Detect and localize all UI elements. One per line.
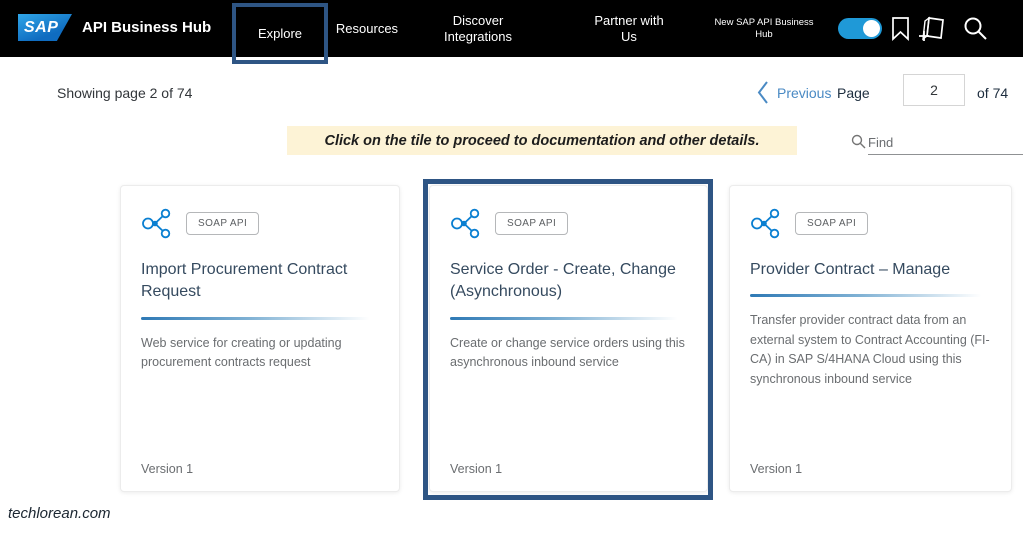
api-tile-version: Version 1 xyxy=(141,462,194,476)
search-icon[interactable] xyxy=(962,15,989,42)
api-tile-import-procurement[interactable]: SOAP API Import Procurement Contract Req… xyxy=(120,185,400,492)
api-type-badge: SOAP API xyxy=(186,212,260,235)
api-tile-service-order[interactable]: SOAP API Service Order - Create, Change … xyxy=(429,185,708,492)
api-tile-version: Version 1 xyxy=(750,462,803,476)
api-tile-description: Web service for creating or updating pro… xyxy=(141,335,342,370)
previous-chevron-icon[interactable] xyxy=(757,80,769,105)
api-tile-description: Transfer provider contract data from an … xyxy=(750,313,990,386)
previous-link[interactable]: Previous xyxy=(777,85,831,101)
nav-label-new-hub: New SAP API Business Hub xyxy=(714,16,814,40)
api-tile-provider-contract[interactable]: SOAP API Provider Contract – Manage Tran… xyxy=(729,185,1012,492)
title-underline xyxy=(450,316,687,320)
new-hub-toggle[interactable] xyxy=(838,18,882,39)
sap-logo-text: SAP xyxy=(24,18,59,36)
nav-item-discover-integrations[interactable]: Discover Integrations xyxy=(428,0,528,57)
share-icon xyxy=(451,208,480,239)
api-tile-title: Service Order - Create, Change (Asynchro… xyxy=(450,261,676,301)
nav-item-resources[interactable]: Resources xyxy=(332,0,402,57)
api-type-badge: SOAP API xyxy=(495,212,569,235)
find-icon xyxy=(851,134,866,149)
api-tile-version: Version 1 xyxy=(450,462,503,476)
title-underline xyxy=(141,316,379,320)
share-icon xyxy=(142,208,171,239)
page-label: Page xyxy=(837,85,870,101)
explore-highlight-box: Explore xyxy=(232,3,328,64)
toggle-knob xyxy=(863,20,880,37)
brand[interactable]: SAP API Business Hub xyxy=(18,14,211,41)
api-tile-description: Create or change service orders using th… xyxy=(450,335,685,370)
add-page-icon[interactable] xyxy=(917,15,947,43)
title-underline xyxy=(750,294,991,298)
share-icon xyxy=(751,208,780,239)
api-type-badge: SOAP API xyxy=(795,212,869,235)
nav-item-explore[interactable]: Explore xyxy=(258,26,302,41)
page-total-label: of 74 xyxy=(977,85,1009,101)
brand-title: API Business Hub xyxy=(82,19,212,36)
top-nav: SAP API Business Hub Resources Discover … xyxy=(0,0,1023,57)
bookmark-icon[interactable] xyxy=(891,16,910,41)
instruction-banner: Click on the tile to proceed to document… xyxy=(287,126,797,155)
find-input[interactable] xyxy=(868,130,1023,155)
showing-page-text: Showing page 2 of 74 xyxy=(57,85,193,101)
page-number-input[interactable] xyxy=(903,74,965,106)
sap-logo-icon: SAP xyxy=(18,14,72,41)
watermark: techlorean.com xyxy=(8,505,111,522)
api-tile-title: Provider Contract – Manage xyxy=(750,261,951,278)
nav-item-partner-with-us[interactable]: Partner with Us xyxy=(583,0,675,57)
api-tile-title: Import Procurement Contract Request xyxy=(141,261,348,301)
